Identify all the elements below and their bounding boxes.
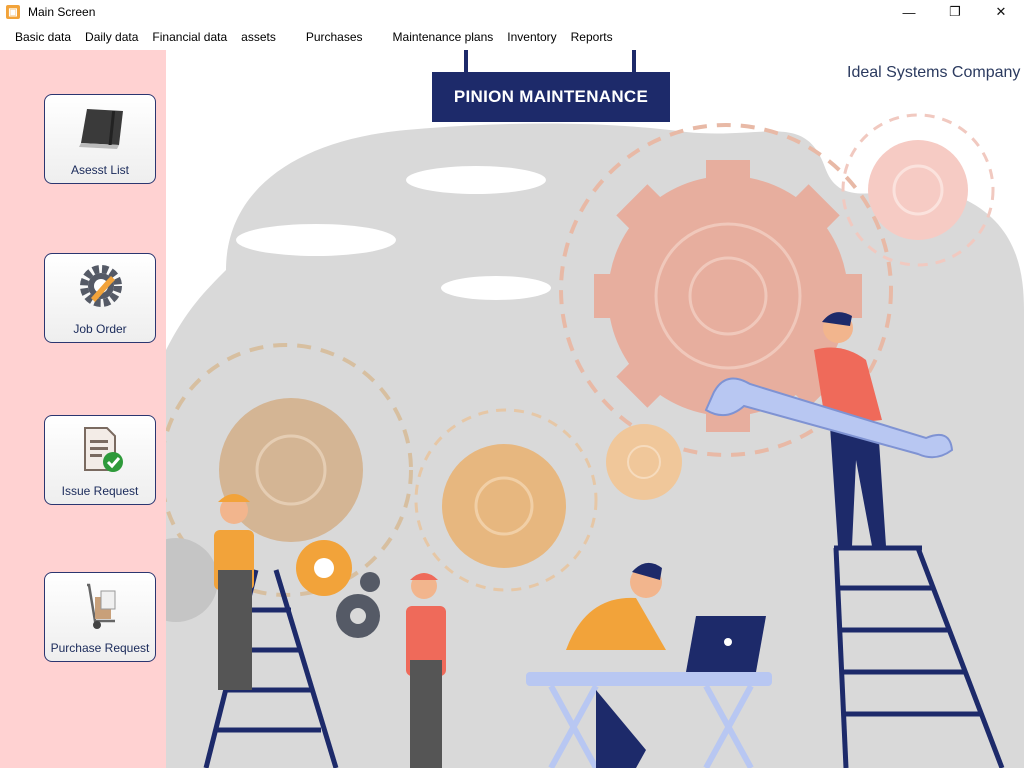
job-order-label: Job Order: [73, 322, 127, 336]
menu-inventory[interactable]: Inventory: [500, 30, 563, 44]
title-bar: ▣ Main Screen — ❐ ✕: [0, 0, 1024, 24]
asset-list-button[interactable]: Asesst List: [44, 94, 156, 184]
sidebar: Asesst List Job Order Issue Request Purc…: [0, 50, 166, 768]
asset-list-label: Asesst List: [70, 163, 130, 177]
menu-basic-data[interactable]: Basic data: [8, 30, 78, 44]
maintenance-illustration: [166, 113, 1024, 768]
minimize-button[interactable]: —: [886, 0, 932, 24]
company-name: Ideal Systems Company: [847, 64, 1021, 81]
purchase-request-button[interactable]: Purchase Request: [44, 572, 156, 662]
minimize-icon: —: [902, 4, 916, 20]
document-check-icon: [84, 427, 123, 472]
menu-purchases[interactable]: Purchases: [299, 30, 370, 44]
sign-post-left: [464, 50, 468, 74]
close-icon: ✕: [995, 4, 1007, 19]
hand-truck-icon: [87, 583, 116, 629]
banner-sign: PINION MAINTENANCE: [432, 72, 670, 122]
menu-daily-data[interactable]: Daily data: [78, 30, 145, 44]
purchase-request-label: Purchase Request: [50, 641, 150, 655]
job-order-button[interactable]: Job Order: [44, 253, 156, 343]
menu-financial-data[interactable]: Financial data: [145, 30, 234, 44]
notebook-icon: [79, 109, 123, 149]
menu-reports[interactable]: Reports: [564, 30, 620, 44]
menu-maintenance-plans[interactable]: Maintenance plans: [386, 30, 501, 44]
close-button[interactable]: ✕: [978, 0, 1024, 24]
sign-post-right: [632, 50, 636, 74]
main-illustration: Ideal Systems Company PINION MAINTENANCE: [166, 50, 1024, 768]
banner-title: PINION MAINTENANCE: [453, 87, 649, 106]
issue-request-label: Issue Request: [61, 484, 139, 498]
window-title: Main Screen: [28, 5, 96, 19]
menu-bar: Basic data Daily data Financial data ass…: [0, 24, 1024, 50]
issue-request-button[interactable]: Issue Request: [44, 415, 156, 505]
restore-icon: ❐: [949, 4, 961, 19]
window-controls: — ❐ ✕: [886, 0, 1024, 24]
gear-wrench-icon: [80, 265, 122, 307]
menu-assets[interactable]: assets: [234, 30, 283, 44]
maximize-button[interactable]: ❐: [932, 0, 978, 24]
app-icon: ▣: [6, 5, 20, 19]
